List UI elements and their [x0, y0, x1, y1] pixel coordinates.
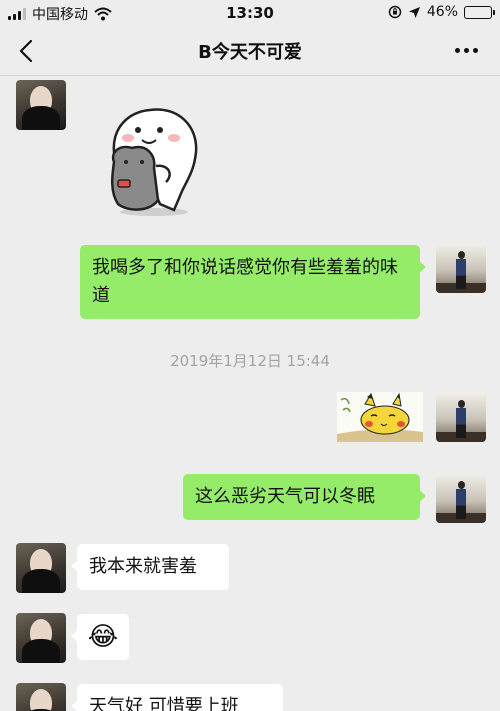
more-dots-icon[interactable]: [455, 48, 478, 53]
status-bar: 中国移动 13:30 46%: [0, 0, 500, 26]
message-bubble-received[interactable]: 天气好 可惜要上班: [71, 684, 283, 711]
contact-avatar[interactable]: [16, 543, 66, 593]
message-bubble-sent[interactable]: 这么恶劣天气可以冬眠: [183, 474, 426, 520]
battery-percent: 46%: [426, 4, 458, 20]
message-timestamp: 2019年1月12日 15:44: [170, 352, 330, 370]
my-avatar[interactable]: [436, 243, 486, 293]
contact-avatar[interactable]: [16, 683, 66, 711]
my-avatar[interactable]: [436, 473, 486, 523]
message-bubble-received[interactable]: 😂: [71, 614, 129, 660]
contact-avatar[interactable]: [16, 613, 66, 663]
cartoon-hug-sticker[interactable]: [98, 100, 208, 220]
message-bubble-received[interactable]: 我本来就害羞: [71, 544, 229, 590]
pikachu-sticker[interactable]: [337, 392, 423, 442]
contact-avatar[interactable]: [16, 80, 66, 130]
my-avatar[interactable]: [436, 392, 486, 442]
nav-bar: B今天不可爱: [0, 26, 500, 76]
rotation-lock-icon: [388, 5, 402, 19]
status-right: 46%: [388, 4, 495, 20]
chat-title: B今天不可爱: [198, 42, 302, 63]
location-icon: [408, 6, 420, 18]
battery-icon: [464, 5, 495, 19]
message-bubble-sent[interactable]: 我喝多了和你说话感觉你有些羞羞的味道: [80, 245, 426, 319]
